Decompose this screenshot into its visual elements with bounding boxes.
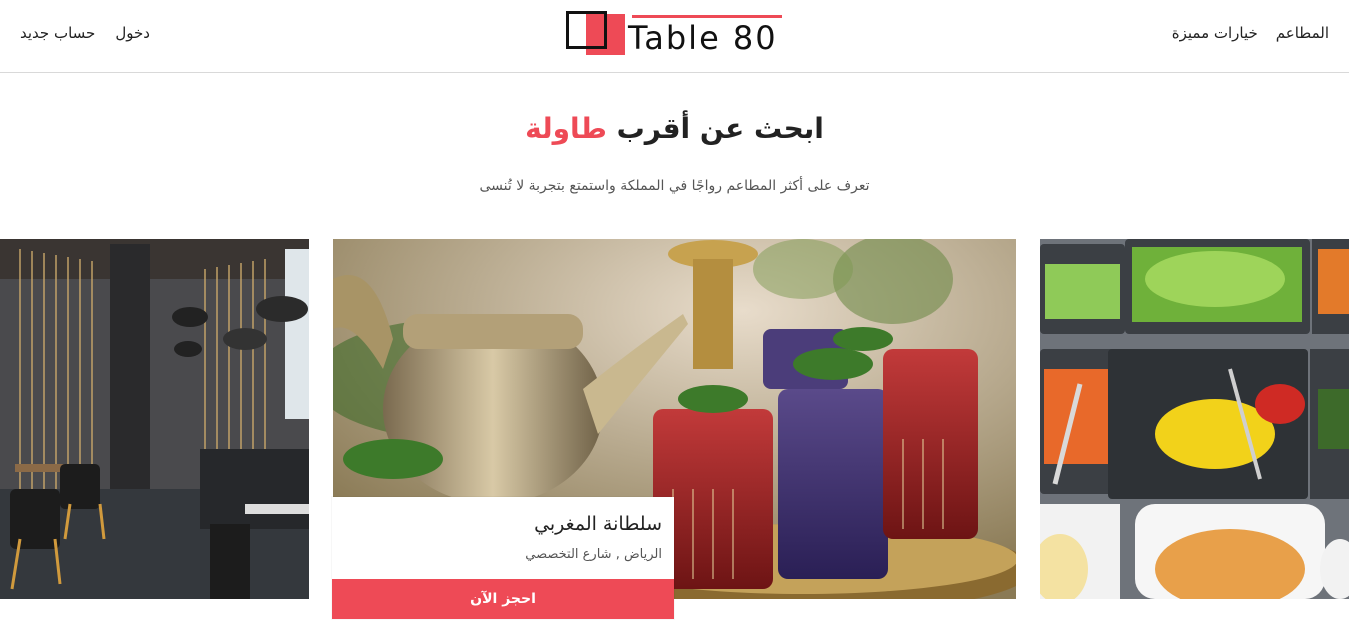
restaurant-interior-image: [0, 239, 309, 599]
title-main: ابحث عن أقرب: [616, 112, 824, 145]
restaurant-name[interactable]: سلطانة المغربي: [534, 513, 662, 535]
book-now-button[interactable]: احجز الآن: [332, 579, 674, 619]
nav-featured-options[interactable]: خيارات مميزة: [1172, 24, 1258, 42]
logo-text: Table 80: [628, 19, 778, 57]
account-nav: حساب جديد دخول: [20, 24, 150, 42]
page-subtitle: تعرف على أكثر المطاعم رواجًا في المملكة …: [479, 178, 870, 194]
slide-restaurant-interior[interactable]: [0, 239, 309, 599]
featured-restaurant-card: سلطانة المغربي الرياض , شارع التخصصي احج…: [332, 497, 674, 619]
salad-bar-image: [1040, 239, 1349, 599]
main-nav: المطاعم خيارات مميزة: [1172, 24, 1329, 42]
logo-top-line: [632, 15, 782, 18]
logo-square-outline: [566, 11, 607, 49]
restaurant-address: الرياض , شارع التخصصي: [525, 547, 662, 562]
nav-restaurants[interactable]: المطاعم: [1276, 24, 1329, 42]
slide-salad-bar[interactable]: [1040, 239, 1349, 599]
login-link[interactable]: دخول: [115, 24, 150, 42]
register-link[interactable]: حساب جديد: [20, 24, 95, 42]
page-title: ابحث عن أقرب طاولة: [0, 112, 1349, 145]
title-accent: طاولة: [525, 112, 607, 145]
top-header: حساب جديد دخول Table 80 المطاعم خيارات م…: [0, 0, 1349, 73]
site-logo[interactable]: Table 80: [566, 10, 786, 60]
